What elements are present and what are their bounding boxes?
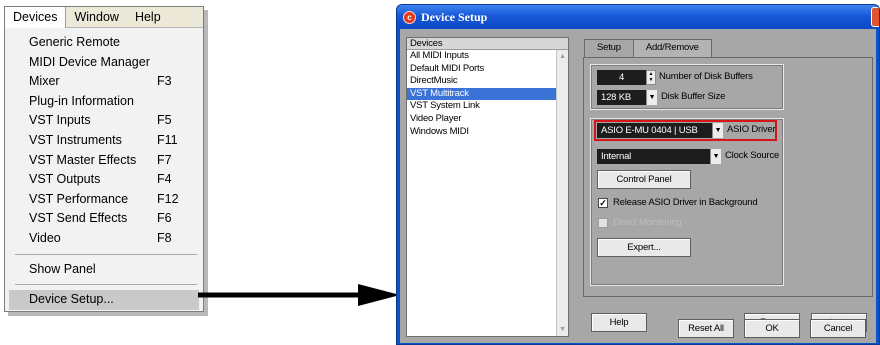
device-list-item[interactable]: Video Player: [407, 113, 568, 126]
device-setup-dialog: c Device Setup Devices All MIDI Inputs De…: [396, 4, 880, 345]
device-list-scrollbar[interactable]: ▲ ▼: [556, 50, 568, 336]
device-list-item[interactable]: VST System Link: [407, 100, 568, 113]
device-list-item[interactable]: DirectMusic: [407, 75, 568, 88]
menu-item-shortcut: F7: [157, 152, 172, 167]
ok-button[interactable]: OK: [744, 319, 800, 338]
tab-setup[interactable]: Setup: [584, 39, 634, 58]
menu-bar-devices[interactable]: Devices: [5, 6, 67, 28]
menu-item[interactable]: VST Performance F12: [5, 190, 203, 210]
menu-item-label: VST Instruments: [29, 132, 122, 147]
menu-bar-help[interactable]: Help: [127, 7, 169, 28]
device-list-header: Devices: [407, 38, 568, 50]
disk-buffer-size-value: 128 KB: [601, 92, 631, 103]
scroll-down-icon[interactable]: ▼: [558, 325, 567, 334]
asio-driver-select[interactable]: ASIO E-MU 0404 | USB ▼: [597, 123, 723, 138]
clock-source-label: Clock Source: [725, 150, 780, 161]
setup-panel: 4 ▲ ▼ Number of Disk Buffers 128 KB ▼ Dis…: [583, 57, 873, 332]
menu-item[interactable]: VST Outputs F4: [5, 170, 203, 190]
pointer-arrow: [198, 284, 400, 306]
setup-tabs: Setup Add/Remove: [584, 39, 712, 58]
clock-source-value: Internal: [601, 151, 632, 162]
device-list-item[interactable]: VST Multitrack: [407, 87, 568, 101]
menu-item-label: Mixer: [29, 74, 60, 89]
device-items: All MIDI Inputs Default MIDI Ports DirectM…: [407, 50, 568, 138]
help-button[interactable]: Help: [591, 313, 647, 332]
disk-buffer-size-label: Disk Buffer Size: [661, 91, 726, 102]
chevron-down-icon: ▼: [646, 90, 657, 105]
menu-item-show-panel[interactable]: Show Panel: [5, 260, 203, 280]
menu-item-shortcut: F8: [157, 230, 172, 245]
menu-item-label: VST Performance: [29, 191, 129, 206]
menu-item-label: Show Panel: [29, 261, 96, 276]
devices-menu: Devices Window Help Generic Remote MIDI D…: [4, 6, 204, 312]
menu-item-device-setup[interactable]: Device Setup...: [9, 290, 199, 310]
menu-item-label: Device Setup...: [29, 292, 114, 307]
menu-item[interactable]: VST Master Effects F7: [5, 151, 203, 171]
menu-separator: [15, 253, 197, 255]
menu-item-label: VST Outputs: [29, 172, 101, 187]
menu-item-label: Plug-in Information: [29, 93, 134, 108]
menu-separator: [15, 284, 197, 286]
scroll-up-icon[interactable]: ▲: [558, 52, 567, 61]
menu-item[interactable]: Mixer F3: [5, 72, 203, 92]
reset-all-button[interactable]: Reset All: [678, 319, 734, 338]
menu-item-label: Generic Remote: [29, 35, 121, 49]
devices-menu-wrap: Devices Window Help Generic Remote MIDI D…: [4, 6, 208, 316]
menu-item-shortcut: F11: [157, 132, 178, 147]
clock-source-select[interactable]: Internal ▼: [597, 149, 721, 164]
menu-item-shortcut: F3: [157, 74, 172, 89]
menu-bar: Devices Window Help: [5, 6, 203, 28]
menu-item[interactable]: Plug-in Information: [5, 92, 203, 112]
menu-item[interactable]: VST Send Effects F6: [5, 209, 203, 229]
menu-item-label: VST Send Effects: [29, 211, 128, 226]
menu-item-shortcut: F6: [157, 211, 172, 226]
device-list-item[interactable]: Default MIDI Ports: [407, 63, 568, 76]
dialog-client: Devices All MIDI Inputs Default MIDI Port…: [400, 29, 876, 343]
menu-item[interactable]: Generic Remote: [5, 33, 203, 53]
asio-driver-label: ASIO Driver: [727, 124, 776, 135]
device-list-item[interactable]: Windows MIDI: [407, 126, 568, 139]
menu-item[interactable]: VST Inputs F5: [5, 111, 203, 131]
disk-buffers-spinner[interactable]: ▲ ▼: [646, 70, 656, 85]
menu-item-label: VST Master Effects: [29, 152, 137, 167]
device-list[interactable]: Devices All MIDI Inputs Default MIDI Port…: [406, 37, 569, 337]
menu-bar-window[interactable]: Window: [66, 7, 126, 28]
expert-button[interactable]: Expert...: [597, 238, 691, 257]
control-panel-button[interactable]: Control Panel: [597, 170, 691, 189]
disk-buffers-label: Number of Disk Buffers: [659, 71, 753, 82]
release-asio-checkbox[interactable]: ✓: [598, 198, 608, 208]
tab-add-remove[interactable]: Add/Remove: [632, 39, 712, 57]
cancel-button[interactable]: Cancel: [810, 319, 866, 338]
dialog-title: Device Setup: [421, 9, 488, 24]
device-list-item[interactable]: All MIDI Inputs: [407, 50, 568, 63]
menu-item-shortcut: F12: [157, 191, 179, 206]
close-button[interactable]: [871, 7, 879, 27]
menu-item-label: VST Inputs: [29, 113, 91, 128]
app-logo-icon: c: [403, 10, 416, 24]
menu-item-label: Video: [29, 230, 61, 245]
menu-items: Generic Remote MIDI Device Manager Mixer F3…: [5, 33, 203, 249]
menu-item-shortcut: F4: [157, 172, 172, 187]
direct-monitoring-label: Direct Monitoring: [613, 217, 682, 228]
disk-buffer-size-select[interactable]: 128 KB ▼: [597, 90, 657, 105]
asio-driver-value: ASIO E-MU 0404 | USB: [601, 125, 698, 136]
disk-buffers-field[interactable]: 4: [597, 70, 646, 85]
menu-item[interactable]: Video F8: [5, 229, 203, 249]
release-asio-label: Release ASIO Driver in Background: [613, 197, 758, 208]
direct-monitoring-checkbox[interactable]: [598, 218, 608, 228]
menu-item[interactable]: MIDI Device Manager: [5, 53, 203, 73]
chevron-down-icon: ▼: [712, 123, 723, 138]
menu-item-shortcut: F5: [157, 113, 172, 128]
chevron-down-icon: ▼: [710, 149, 721, 164]
menu-item[interactable]: VST Instruments F11: [5, 131, 203, 151]
menu-item-label: MIDI Device Manager: [29, 54, 150, 69]
dialog-titlebar[interactable]: c Device Setup: [397, 5, 879, 29]
